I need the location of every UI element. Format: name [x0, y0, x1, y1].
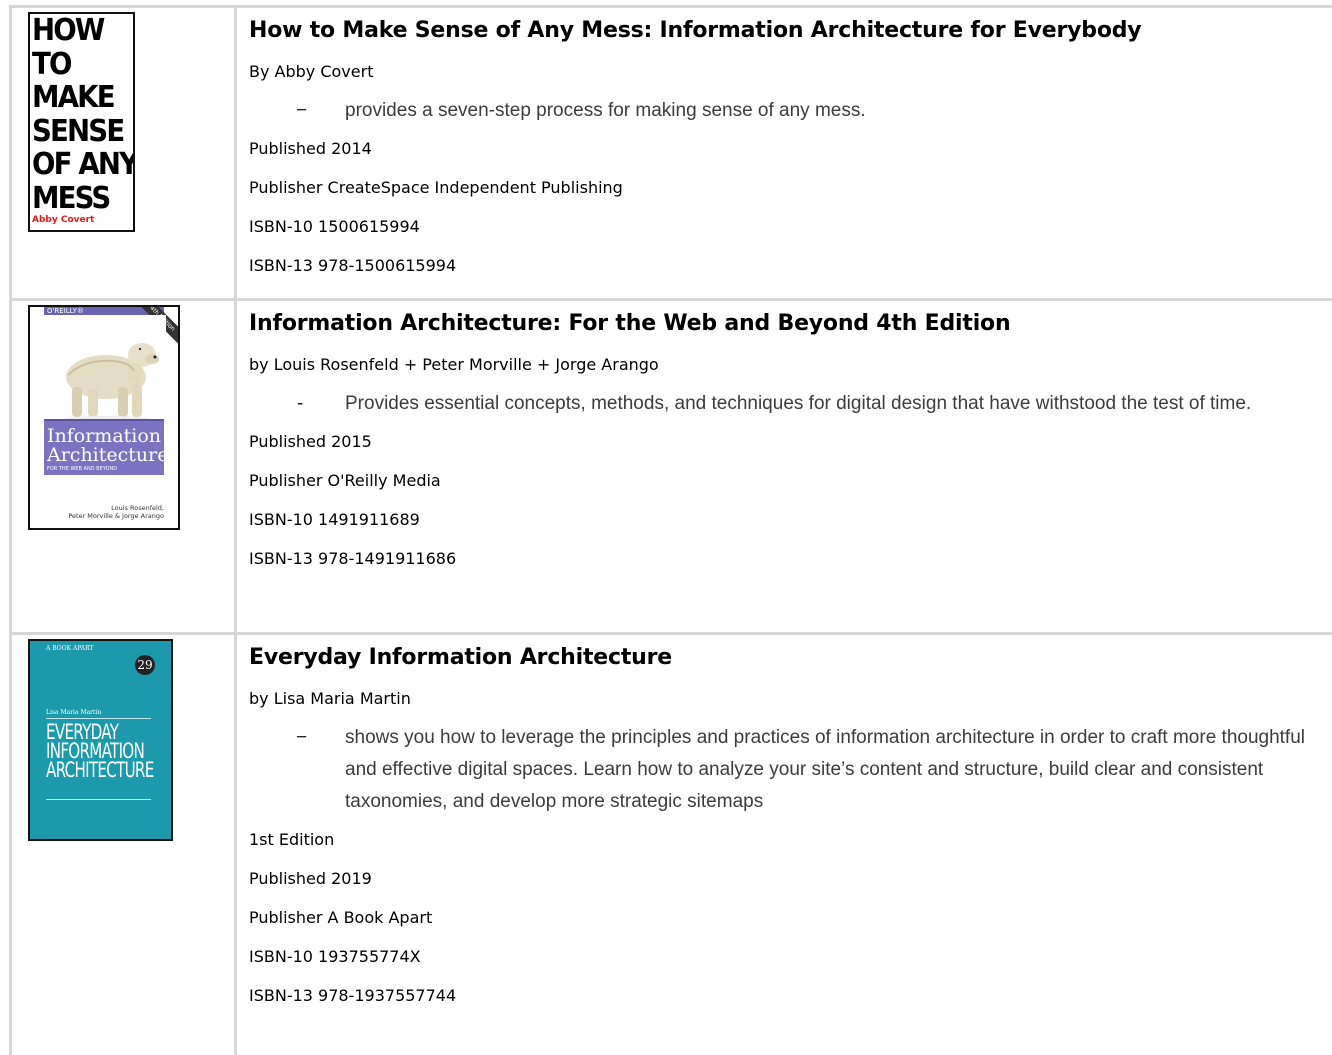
book-description: − shows you how to leverage the principl…: [249, 722, 1332, 818]
table-row: HOW TO MAKE SENSE OF ANY MESS Abby Cover…: [9, 8, 1332, 301]
cover-author: Abby Covert: [32, 215, 95, 225]
bullet-dash: −: [296, 727, 308, 748]
book-cover-information-architecture: O'REILLY® 4th Edition Information Archit…: [28, 305, 180, 530]
book-description: − provides a seven-step process for maki…: [249, 95, 1332, 127]
book-author: by Lisa Maria Martin: [249, 689, 411, 708]
bullet-dash: −: [296, 100, 308, 121]
book-info-cell: Information Architecture: For the Web an…: [237, 301, 1332, 632]
cover-title-line: Architecture: [47, 444, 169, 466]
cover-author-line: Peter Morville & Jorge Arango: [68, 512, 164, 520]
cover-series-number: 29: [135, 655, 155, 675]
description-text: provides a seven-step process for making…: [345, 100, 866, 121]
book-detail: Published 2014: [249, 139, 372, 158]
description-text: shows you how to leverage the principles…: [345, 727, 1306, 812]
book-table: HOW TO MAKE SENSE OF ANY MESS Abby Cover…: [9, 5, 1332, 1055]
book-detail: ISBN-13 978-1937557744: [249, 986, 457, 1005]
book-info-cell: How to Make Sense of Any Mess: Informati…: [237, 8, 1332, 298]
book-author: By Abby Covert: [249, 62, 374, 81]
cover-title-line: MAKE: [32, 80, 116, 115]
table-row: O'REILLY® 4th Edition Information Archit…: [9, 301, 1332, 635]
cover-title-panel: Information Architecture FOR THE WEB AND…: [44, 419, 169, 475]
cover-title: EVERYDAY INFORMATION ARCHITECTURE: [46, 722, 154, 782]
book-detail: Publisher O'Reilly Media: [249, 471, 441, 490]
cover-title-line: HOW: [32, 13, 105, 48]
book-detail: Published 2015: [249, 432, 372, 451]
cover-series: A BOOK APART: [46, 645, 94, 652]
cover-title-line: ARCHITECTURE: [46, 758, 154, 782]
book-detail: ISBN-10 1491911689: [249, 510, 420, 529]
book-description: - Provides essential concepts, methods, …: [249, 388, 1332, 420]
book-title: Information Architecture: For the Web an…: [249, 311, 1011, 336]
book-title: How to Make Sense of Any Mess: Informati…: [249, 18, 1142, 43]
book-cover-everyday-ia: A BOOK APART 29 Lisa Maria Martin EVERYD…: [28, 639, 173, 841]
book-detail: 1st Edition: [249, 830, 335, 849]
book-detail: ISBN-10 193755774X: [249, 947, 421, 966]
cover-title-line: OF ANY: [32, 147, 135, 182]
polar-bear-illustration: [44, 315, 166, 425]
book-detail: Published 2019: [249, 869, 372, 888]
table-row: A BOOK APART 29 Lisa Maria Martin EVERYD…: [9, 635, 1332, 1055]
cover-rule: [46, 799, 151, 800]
cover-subtitle: FOR THE WEB AND BEYOND: [47, 466, 118, 472]
cover-title-line: MESS: [32, 180, 111, 216]
book-detail: Publisher CreateSpace Independent Publis…: [249, 178, 623, 197]
book-detail: Publisher A Book Apart: [249, 908, 433, 927]
book-title: Everyday Information Architecture: [249, 645, 672, 670]
cover-title-line: TO: [32, 46, 72, 82]
cover-rule: [46, 718, 151, 719]
book-detail: ISBN-13 978-1491911686: [249, 549, 457, 568]
book-author: by Louis Rosenfeld + Peter Morville + Jo…: [249, 355, 659, 374]
cover-title-line: SENSE: [32, 113, 125, 149]
book-detail: ISBN-10 1500615994: [249, 217, 420, 236]
bullet-dash: -: [297, 393, 304, 414]
book-cover-how-to-make-sense: HOW TO MAKE SENSE OF ANY MESS Abby Cover…: [28, 12, 135, 232]
description-text: Provides essential concepts, methods, an…: [345, 393, 1252, 414]
cover-author-line: Louis Rosenfeld,: [111, 504, 164, 512]
cover-cell: A BOOK APART 29 Lisa Maria Martin EVERYD…: [9, 635, 237, 1055]
cover-cell: HOW TO MAKE SENSE OF ANY MESS Abby Cover…: [9, 8, 237, 298]
cover-author: Lisa Maria Martin: [46, 709, 102, 716]
cover-authors: Louis Rosenfeld, Peter Morville & Jorge …: [68, 504, 164, 520]
cover-cell: O'REILLY® 4th Edition Information Archit…: [9, 301, 237, 632]
book-detail: ISBN-13 978-1500615994: [249, 256, 457, 275]
book-info-cell: Everyday Information Architecture by Lis…: [237, 635, 1332, 1055]
